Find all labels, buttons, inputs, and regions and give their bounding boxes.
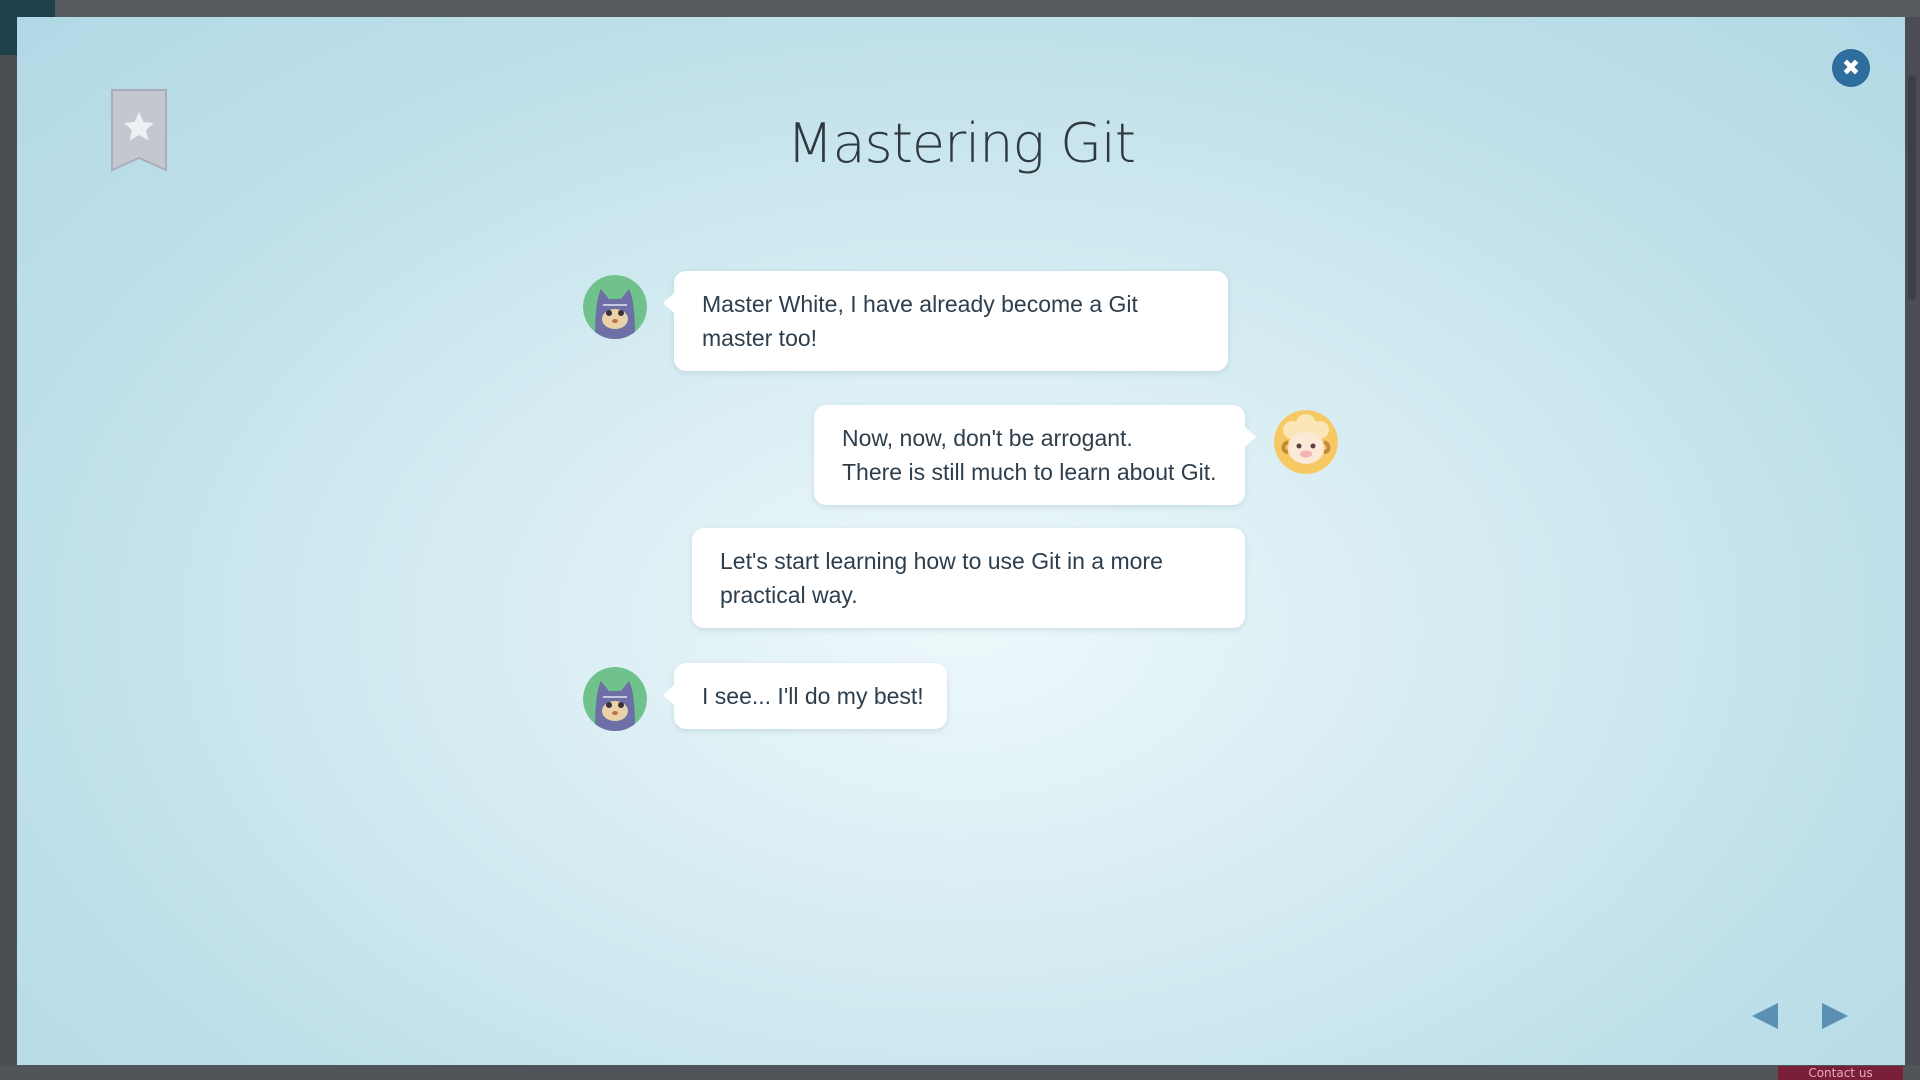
lesson-title: Mastering Git — [786, 112, 1136, 175]
background-top-bar — [0, 0, 1920, 17]
chat-bubble: Let's start learning how to use Git in a… — [692, 528, 1245, 628]
sheep-avatar — [1274, 410, 1338, 474]
bubble-tail — [663, 293, 674, 313]
contact-us-button[interactable]: Contact us — [1778, 1066, 1903, 1080]
chat-bubble: Master White, I have already become a Gi… — [663, 271, 1228, 371]
lesson-modal: ✖ Mastering Git Master White, I have alr… — [17, 17, 1905, 1065]
message-line: Now, now, don't be arrogant. — [842, 425, 1133, 451]
bubble-tail — [663, 685, 674, 705]
cat-avatar — [583, 667, 647, 731]
message-line: master too! — [702, 325, 818, 351]
bubble-tail — [1245, 427, 1256, 447]
cat-avatar — [583, 275, 647, 339]
message-line: There is still much to learn about Git. — [842, 459, 1217, 485]
close-icon: ✖ — [1841, 55, 1861, 81]
background-bottom-bar — [0, 1065, 1920, 1080]
message-line: Master White, I have already become a Gi… — [702, 291, 1138, 317]
message-line: Let's start learning how to use Git in a… — [720, 548, 1163, 574]
background-sidebar — [0, 55, 17, 1080]
chat-bubble: Now, now, don't be arrogant. There is st… — [814, 405, 1256, 505]
message-line: I see... I'll do my best! — [702, 683, 924, 709]
prev-arrow-icon[interactable] — [1750, 1001, 1780, 1031]
chat-bubble: I see... I'll do my best! — [663, 663, 947, 729]
close-button[interactable]: ✖ — [1833, 50, 1869, 86]
next-arrow-icon[interactable] — [1820, 1001, 1850, 1031]
page-scrollbar[interactable] — [1908, 75, 1916, 300]
message-line: practical way. — [720, 582, 858, 608]
